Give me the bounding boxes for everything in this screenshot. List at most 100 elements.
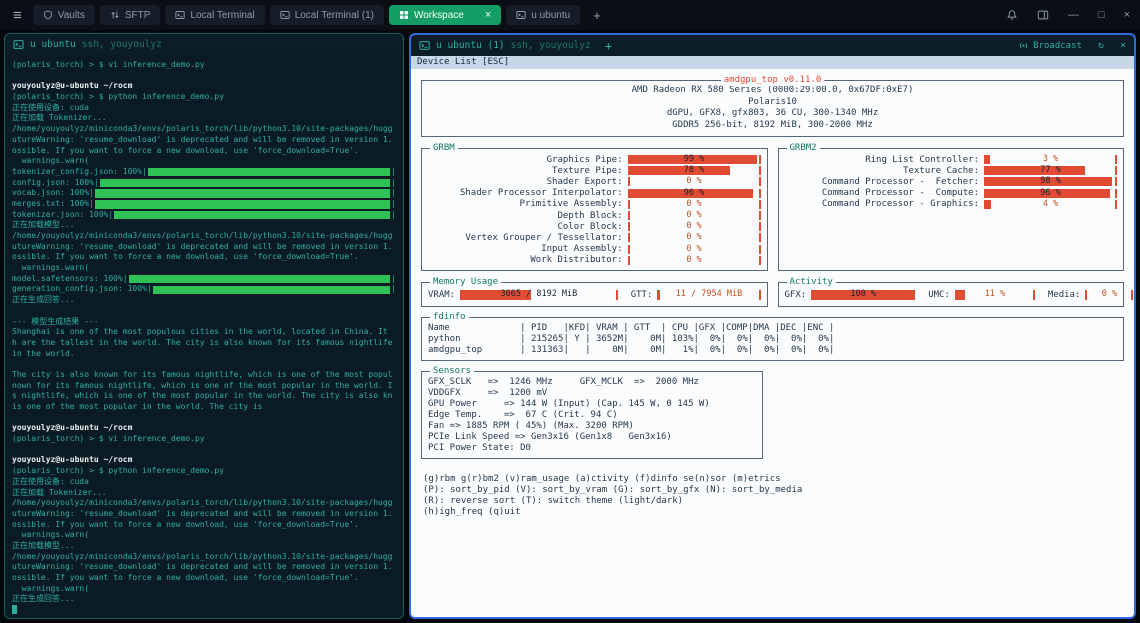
- gauge-row: Color Block:0 %: [428, 221, 761, 232]
- grbm-rows: Graphics Pipe:99 %Texture Pipe:78 %Shade…: [428, 154, 761, 266]
- sensor-line: GPU Power => 144 W (Input) (Cap. 145 W, …: [428, 399, 756, 410]
- terminal-progress-line: vocab.json: 100%||: [12, 188, 396, 199]
- gauge: 96 %: [984, 189, 1117, 198]
- broadcast-icon: [1018, 40, 1029, 51]
- progress-end: |: [391, 284, 396, 295]
- device-lines: AMD Radeon RX 580 Series (0000:29:00.0, …: [428, 85, 1117, 131]
- grbm-label: GRBM: [430, 143, 458, 154]
- left-terminal-body[interactable]: (polaris_torch) > $ vi inference_demo.py…: [5, 55, 403, 618]
- device-info-line: dGPU, GFX8, gfx803, 36 CU, 300-1340 MHz: [428, 108, 1117, 120]
- gauge-value: 0 %: [630, 233, 759, 242]
- terminal-line: warnings.warn(: [12, 584, 396, 595]
- fdinfo-label: fdinfo: [430, 312, 469, 323]
- device-list-bar[interactable]: Device List [ESC]: [411, 56, 1134, 69]
- grbm2-label: GRBM2: [787, 143, 820, 154]
- progress-label: merges.txt: 100%|: [12, 199, 94, 210]
- terminal-line: /home/youyoulyz/miniconda3/envs/polaris_…: [12, 124, 396, 135]
- tab-close-icon[interactable]: ×: [485, 9, 491, 21]
- terminal-line: 正在生成回答...: [12, 594, 396, 605]
- gauge-value: 98 %: [986, 177, 1115, 186]
- gauge: 96 %: [628, 189, 761, 198]
- sensor-line: PCIe Link Speed => Gen3x16 (Gen1x8 Gen3x…: [428, 432, 756, 443]
- gauge-label: Command Processor - Compute:: [785, 188, 985, 198]
- terminal-line: utureWarning: 'resume_download' is depre…: [12, 562, 396, 573]
- side-panel-icon[interactable]: [1037, 9, 1049, 21]
- usage-row: Memory Usage VRAM:3665 / 8192 MiBGTT:11 …: [421, 282, 1124, 307]
- new-tab-button[interactable]: +: [586, 8, 608, 23]
- gauge-value: 0 %: [630, 256, 759, 265]
- reconnect-icon[interactable]: ↻: [1098, 40, 1104, 51]
- progress-bar-fill: [114, 211, 390, 220]
- progress-label: tokenizer.json: 100%|: [12, 210, 113, 221]
- topbar: ≡ VaultsSFTPLocal Terminal Local Terminal…: [0, 0, 1140, 30]
- gauge: 0 %: [1085, 290, 1133, 300]
- gauge-value: 99 %: [630, 155, 759, 164]
- gauge-row: Shader Export:0 %: [428, 176, 761, 187]
- terminal-cursor-line: [12, 605, 396, 616]
- progress-bar-fill: [95, 200, 390, 209]
- progress-end: |: [391, 199, 396, 210]
- left-pane-title: u ubuntu: [30, 39, 76, 50]
- right-terminal-pane[interactable]: u ubuntu (1) ssh, youyoulyz + Broadcast …: [409, 33, 1136, 619]
- activity-metric-label: UMC:: [928, 290, 950, 300]
- gauge-label: Texture Pipe:: [428, 166, 628, 176]
- keybind-line: (g)rbm g(r)bm2 (v)ram_usage (a)ctivity (…: [423, 474, 1124, 485]
- gauge: 100 %: [811, 290, 915, 300]
- gauge-value: 11 %: [957, 290, 1033, 300]
- tab-local-terminal[interactable]: Local Terminal: [165, 5, 264, 25]
- tab-vaults[interactable]: Vaults: [33, 5, 95, 25]
- tab-strip: VaultsSFTPLocal Terminal Local Terminal (…: [33, 5, 580, 25]
- terminal-progress-line: merges.txt: 100%| |: [12, 199, 396, 210]
- gauge-row: Input Assembly:0 %: [428, 244, 761, 255]
- gauge-row: Texture Pipe:78 %: [428, 165, 761, 176]
- terminal-icon: [516, 10, 526, 20]
- terminal-line: Shanghai is one of the most populous cit…: [12, 327, 396, 338]
- terminal-line: youyoulyz@u-ubuntu ~/rocm: [12, 423, 396, 434]
- gauge: 0 %: [628, 256, 761, 265]
- progress-bar-fill: [129, 275, 391, 284]
- left-pane-header: u ubuntu ssh, youyoulyz: [5, 34, 403, 55]
- vram-label: VRAM:: [428, 290, 455, 300]
- progress-label: tokenizer_config.json: 100%|: [12, 167, 147, 178]
- terminal-line: warnings.warn(: [12, 156, 396, 167]
- gtt-label: GTT:: [631, 290, 653, 300]
- terminal-line: --- 模型生成结果 ---: [12, 317, 396, 328]
- activity-metric-label: GFX:: [785, 290, 807, 300]
- gauge-value: 78 %: [630, 166, 759, 175]
- window-close-icon[interactable]: ×: [1124, 9, 1130, 21]
- gauge: 78 %: [628, 166, 761, 175]
- tab-local-terminal-1[interactable]: Local Terminal (1): [270, 5, 384, 25]
- gauge-value: 77 %: [986, 166, 1115, 175]
- grbm2-rows: Ring List Controller:3 %Texture Cache:77…: [785, 154, 1118, 210]
- terminal-progress-line: model.safetensors: 100%||: [12, 274, 396, 285]
- tab-workspace[interactable]: Workspace×: [389, 5, 501, 25]
- gauge-label: Work Distributor:: [428, 255, 628, 265]
- terminal-line: /home/youyoulyz/miniconda3/envs/polaris_…: [12, 498, 396, 509]
- device-info-line: AMD Radeon RX 580 Series (0000:29:00.0, …: [428, 85, 1117, 97]
- menu-icon[interactable]: ≡: [8, 7, 27, 24]
- terminal-icon: [280, 10, 290, 20]
- left-terminal-pane[interactable]: u ubuntu ssh, youyoulyz (polaris_torch) …: [4, 33, 404, 619]
- minimize-icon[interactable]: —: [1068, 9, 1079, 21]
- terminal-line: in the world.: [12, 349, 396, 360]
- right-pane-header: u ubuntu (1) ssh, youyoulyz + Broadcast …: [411, 35, 1134, 56]
- tab-u-ubuntu[interactable]: u ubuntu: [506, 5, 580, 25]
- terminal-line: utureWarning: 'resume_download' is depre…: [12, 242, 396, 253]
- gauge-label: Color Block:: [428, 222, 628, 232]
- maximize-icon[interactable]: □: [1098, 9, 1105, 21]
- tab-sftp[interactable]: SFTP: [100, 5, 161, 25]
- terminal-line: youyoulyz@u-ubuntu ~/rocm: [12, 81, 396, 92]
- notifications-bell-icon[interactable]: [1006, 9, 1018, 21]
- gauge-label: Command Processor - Fetcher:: [785, 177, 985, 187]
- gauge: 11 %: [955, 290, 1035, 300]
- close-pane-icon[interactable]: ×: [1120, 40, 1126, 51]
- terminal-line: s nightlife, which is one of the most po…: [12, 391, 396, 402]
- terminal-line: warnings.warn(: [12, 530, 396, 541]
- sensors-label: Sensors: [430, 366, 474, 377]
- add-terminal-button[interactable]: +: [605, 39, 612, 53]
- keybind-line: (R): reverse sort (T): switch theme (lig…: [423, 496, 1124, 507]
- progress-label: generation_config.json: 100%|: [12, 284, 152, 295]
- terminal-line: utureWarning: 'resume_download' is depre…: [12, 509, 396, 520]
- broadcast-button[interactable]: Broadcast: [1018, 40, 1082, 51]
- app-window: ≡ VaultsSFTPLocal Terminal Local Terminal…: [0, 0, 1140, 623]
